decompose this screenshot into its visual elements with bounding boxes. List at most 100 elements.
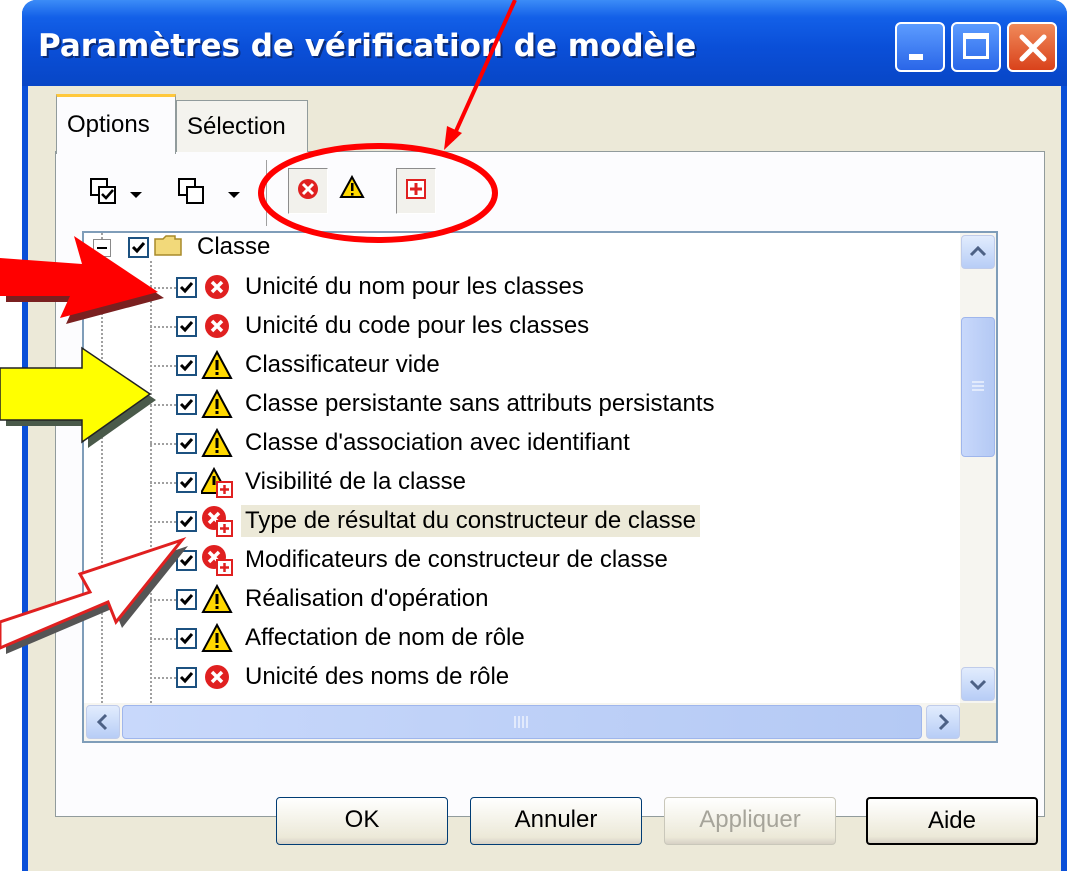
tree-item[interactable]: Unicité des noms de rôle [176, 659, 513, 695]
close-icon [1019, 34, 1047, 62]
checkmark-icon [131, 241, 146, 253]
select-all-dropdown-icon[interactable] [130, 192, 142, 198]
tree-item[interactable]: Unicité du nom pour les classes [176, 269, 588, 305]
tree-item[interactable]: Classe d'association avec identifiant [176, 425, 634, 461]
tree-guide-line [150, 521, 176, 523]
tree-item-label: Classe d'association avec identifiant [245, 429, 630, 456]
item-checkbox[interactable] [176, 315, 197, 337]
tree-item-label: Unicité des noms de rôle [245, 663, 510, 690]
item-checkbox[interactable] [176, 627, 197, 649]
tree-guide-line [150, 443, 176, 445]
checkmark-icon [179, 554, 194, 566]
checkmark-icon [179, 281, 194, 293]
warning-filter-button[interactable] [333, 168, 373, 214]
warning-fix-icon [201, 466, 233, 498]
checks-tree[interactable]: Classe Unicité du nom pour les classes Un… [82, 231, 998, 743]
tree-item-label: Affectation de nom de rôle [245, 624, 525, 651]
error-fix-icon [202, 545, 233, 576]
tree-item[interactable]: Modificateurs de constructeur de classe [176, 542, 672, 578]
item-checkbox[interactable] [176, 393, 197, 415]
checkmark-icon [179, 593, 194, 605]
horizontal-scroll-thumb[interactable] [122, 705, 922, 739]
maximize-icon [963, 33, 989, 59]
scroll-right-button[interactable] [926, 705, 960, 739]
warning-icon [201, 622, 233, 652]
tree-item-label: Classificateur vide [245, 351, 440, 378]
error-icon [205, 314, 229, 338]
tree-item-label: Unicité du code pour les classes [245, 312, 590, 339]
item-checkbox[interactable] [176, 510, 197, 532]
minimize-icon [909, 54, 923, 60]
warning-icon [201, 349, 233, 379]
tree-guide-line [150, 365, 176, 367]
item-checkbox[interactable] [176, 471, 197, 493]
tree-root-label: Classe [197, 233, 271, 260]
scroll-down-button[interactable] [961, 667, 995, 701]
scroll-left-button[interactable] [86, 705, 120, 739]
error-icon [205, 275, 229, 299]
warning-icon [201, 388, 233, 418]
vertical-scroll-thumb[interactable] [961, 317, 995, 457]
item-checkbox[interactable] [176, 549, 197, 571]
vertical-scrollbar[interactable] [960, 233, 996, 703]
scroll-up-button[interactable] [961, 235, 995, 269]
warning-icon [201, 583, 233, 613]
checkmark-icon [179, 476, 194, 488]
title-bar[interactable]: Paramètres de vérification de modèle [22, 0, 1067, 86]
error-icon [205, 665, 229, 689]
item-checkbox[interactable] [176, 432, 197, 454]
root-checkbox[interactable] [128, 236, 149, 258]
tab-options[interactable]: Options [56, 94, 176, 154]
minimize-button[interactable] [895, 22, 945, 72]
checkmark-icon [179, 671, 194, 683]
close-button[interactable] [1007, 22, 1057, 72]
auto-fix-filter-button[interactable] [396, 168, 436, 214]
tree-guide-line [150, 404, 176, 406]
tree-root-row[interactable]: Classe [128, 233, 274, 265]
horizontal-scrollbar[interactable] [84, 703, 962, 741]
collapse-icon[interactable] [93, 239, 111, 257]
chevron-up-icon [969, 245, 987, 257]
folder-icon [154, 235, 182, 256]
tree-item-label: Réalisation d'opération [245, 585, 489, 612]
tree-guide-line [150, 638, 176, 640]
item-checkbox[interactable] [176, 276, 197, 298]
tree-item[interactable]: Type de résultat du constructeur de clas… [176, 503, 700, 539]
tree-item[interactable]: Réalisation d'opération [176, 581, 492, 617]
tree-item-label: Classe persistante sans attributs persis… [245, 390, 715, 417]
tree-item[interactable]: Unicité du code pour les classes [176, 308, 593, 344]
error-filter-button[interactable] [288, 168, 328, 214]
chevron-down-icon [969, 679, 987, 691]
error-fix-icon [202, 506, 233, 537]
warning-filter-icon [339, 174, 365, 198]
error-filter-icon [298, 179, 318, 199]
ok-button[interactable]: OK [276, 797, 448, 845]
grip-icon [514, 716, 528, 728]
help-button[interactable]: Aide [866, 797, 1038, 845]
tree-guide-line [150, 326, 176, 328]
item-checkbox[interactable] [176, 666, 197, 688]
tree-item-label: Modificateurs de constructeur de classe [245, 546, 668, 573]
tab-selection[interactable]: Sélection [176, 100, 308, 152]
item-checkbox[interactable] [176, 354, 197, 376]
select-all-icon[interactable] [90, 178, 118, 206]
tree-guide-line [150, 677, 176, 679]
tree-guide-line [150, 482, 176, 484]
deselect-all-icon[interactable] [178, 178, 206, 206]
checkmark-icon [179, 359, 194, 371]
grip-icon [972, 381, 984, 391]
tree-guide-line [150, 599, 176, 601]
tree-item[interactable]: Classe persistante sans attributs persis… [176, 386, 719, 422]
tree-item[interactable]: Affectation de nom de rôle [176, 620, 529, 656]
maximize-button[interactable] [951, 22, 1001, 72]
tree-item-label: Type de résultat du constructeur de clas… [241, 505, 700, 537]
cancel-button[interactable]: Annuler [470, 797, 642, 845]
tree-item[interactable]: Classificateur vide [176, 347, 444, 383]
apply-button[interactable]: Appliquer [664, 797, 836, 845]
toolbar-separator [266, 160, 270, 226]
deselect-all-dropdown-icon[interactable] [228, 192, 240, 198]
warning-icon [201, 427, 233, 457]
chevron-left-icon [96, 713, 108, 731]
item-checkbox[interactable] [176, 588, 197, 610]
tree-item[interactable]: Visibilité de la classe [176, 464, 470, 500]
